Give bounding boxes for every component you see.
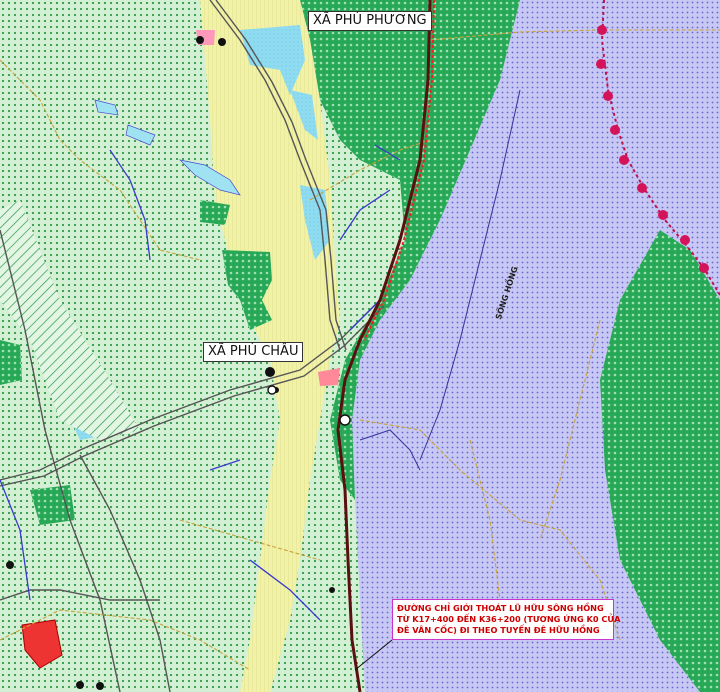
flood-line-note-line-3: ĐÊ VÂN CỐC) ĐI THEO TUYẾN ĐÊ HỮU HỒNG [397,625,600,635]
flood-line-note-line-2: TỪ K17+400 ĐẾN K36+200 (TƯƠNG ỨNG K0 CỦA [397,614,621,624]
commune-label-phu-phuong: XÃ PHÚ PHƯƠNG [308,11,432,31]
land-use-map[interactable]: XÃ PHÚ PHƯƠNG XÃ PHÚ CHÂU SÔNG HỒNG ĐƯỜN… [0,0,720,692]
commune-label-phu-chau: XÃ PHÚ CHÂU [203,342,304,362]
flood-line-note: ĐƯỜNG CHỈ GIỚI THOÁT LŨ HỮU SÔNG HỒNG TỪ… [392,599,621,640]
green-block [0,340,22,385]
flood-line-note-line-1: ĐƯỜNG CHỈ GIỚI THOÁT LŨ HỮU SÔNG HỒNG [397,603,604,613]
map-canvas [0,0,720,692]
